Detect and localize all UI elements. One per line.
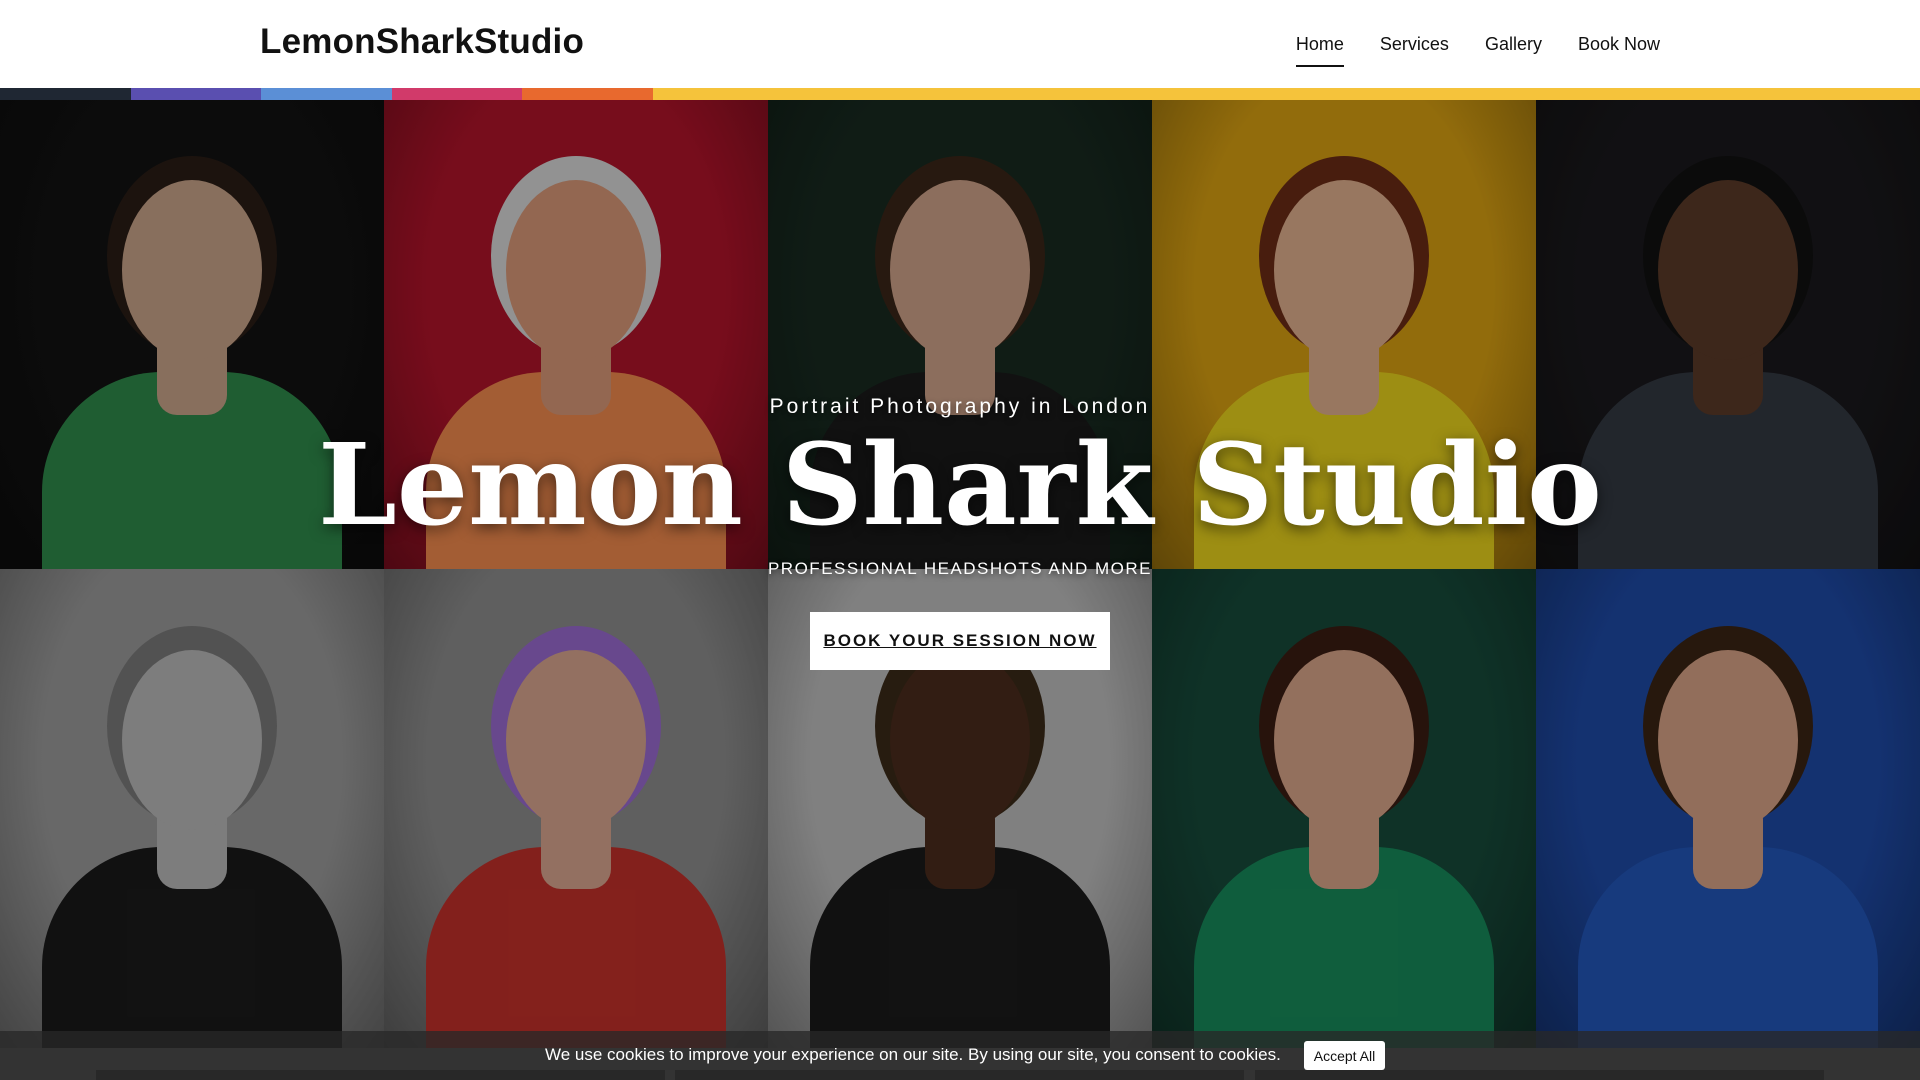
stripe-segment	[0, 88, 131, 100]
nav-services[interactable]: Services	[1380, 34, 1449, 67]
hero: Portrait Photography in London Lemon Sha…	[0, 395, 1920, 579]
site-logo[interactable]: LemonSharkStudio	[260, 22, 584, 62]
stripe-segment	[131, 88, 261, 100]
hero-kicker: Portrait Photography in London	[769, 395, 1151, 418]
hero-subtitle: PROFESSIONAL HEADSHOTS AND MORE	[767, 558, 1153, 578]
stripe-segment	[261, 88, 392, 100]
stripe-segment	[392, 88, 522, 100]
nav-gallery[interactable]: Gallery	[1485, 34, 1542, 67]
book-session-button[interactable]: BOOK YOUR SESSION NOW	[810, 612, 1110, 670]
stripe-segment	[653, 88, 1920, 100]
site-header: LemonSharkStudio Home Services Gallery B…	[0, 0, 1920, 88]
hero-title: Lemon Shark Studio	[318, 420, 1602, 551]
main-nav: Home Services Gallery Book Now	[1295, 34, 1660, 67]
nav-home[interactable]: Home	[1295, 34, 1344, 67]
color-stripe	[0, 88, 1920, 100]
cookie-text: We use cookies to improve your experienc…	[545, 1045, 1281, 1064]
accept-cookies-button[interactable]: Accept All	[1304, 1041, 1385, 1070]
cookie-banner: We use cookies to improve your experienc…	[0, 1031, 1920, 1080]
nav-book-now[interactable]: Book Now	[1578, 34, 1660, 67]
stripe-segment	[522, 88, 653, 100]
